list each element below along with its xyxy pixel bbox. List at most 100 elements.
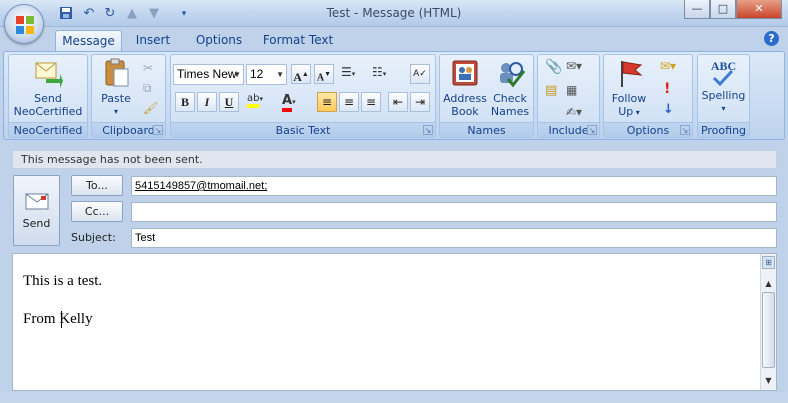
numbering-icon: ☷ <box>372 65 383 79</box>
bullets-button[interactable]: ☰▾ <box>341 65 367 84</box>
save-icon[interactable] <box>58 6 74 22</box>
spelling-icon: ABC <box>700 57 747 89</box>
styles-button[interactable]: A✓ <box>410 64 430 84</box>
tab-options[interactable]: Options <box>187 30 251 51</box>
font-color-button[interactable]: A▾ <box>282 93 312 113</box>
chevron-down-icon: ▾ <box>351 70 356 78</box>
address-book-label-2: Book <box>451 105 479 118</box>
send-icon <box>25 193 48 210</box>
maximize-button[interactable]: □ <box>710 0 736 19</box>
to-button[interactable]: To... <box>71 175 123 196</box>
chevron-down-icon: ▾ <box>382 70 387 78</box>
info-bar: This message has not been sent. <box>12 150 777 169</box>
spelling-button[interactable]: ABC Spelling ▾ <box>700 57 747 115</box>
tab-format-text[interactable]: Format Text <box>259 30 337 51</box>
numbering-button[interactable]: ☷▾ <box>372 65 398 84</box>
grow-font-button[interactable]: A▲ <box>291 64 311 84</box>
office-button[interactable] <box>4 4 44 44</box>
categorize-icon[interactable]: ✉▾ <box>660 59 676 73</box>
send-neocertified-button[interactable]: Send NeoCertified <box>11 57 85 118</box>
redo-icon[interactable]: ↻ <box>102 6 118 22</box>
underline-button[interactable]: U <box>219 92 239 112</box>
signature-icon[interactable]: ✍▾ <box>566 105 582 119</box>
follow-up-label-1: Follow <box>611 92 647 105</box>
cc-field[interactable] <box>131 202 777 222</box>
format-painter-icon[interactable]: 🖌 <box>143 101 158 115</box>
group-options: Follow Up ▾ ✉▾ ! ↓ Options ↘ <box>603 54 693 138</box>
check-names-label-2: Names <box>490 105 530 118</box>
to-field[interactable]: 5415149857@tmomail.net; <box>131 176 777 196</box>
chevron-down-icon[interactable]: ▾ <box>700 102 747 115</box>
paste-icon <box>105 58 129 87</box>
close-button[interactable]: ✕ <box>736 0 782 19</box>
font-name-combo[interactable]: Times New ▼ <box>173 64 244 85</box>
attach-item-icon[interactable]: ✉▾ <box>566 59 582 73</box>
business-card-icon[interactable]: ▤ <box>545 83 557 98</box>
include-launcher-icon[interactable]: ↘ <box>587 125 597 135</box>
align-left-button[interactable]: ≡ <box>317 92 337 112</box>
align-center-button[interactable]: ≡ <box>339 92 359 112</box>
font-size-combo[interactable]: 12 ▼ <box>246 64 287 85</box>
cut-icon[interactable]: ✂ <box>143 61 153 75</box>
customize-qat-icon[interactable]: ▾ <box>176 6 192 22</box>
paste-dropdown-icon[interactable]: ▾ <box>94 105 138 118</box>
group-label-proofing: Proofing <box>698 122 749 137</box>
paste-button[interactable]: Paste ▾ <box>94 57 138 118</box>
high-importance-icon[interactable]: ! <box>664 81 670 97</box>
send-neocertified-label-1: Send <box>34 92 62 105</box>
shrink-font-button[interactable]: A▼ <box>314 64 334 84</box>
help-icon[interactable]: ? <box>764 31 779 46</box>
font-size-value: 12 <box>250 67 264 81</box>
grow-font-icon: A <box>293 70 302 84</box>
low-importance-icon[interactable]: ↓ <box>663 102 674 117</box>
group-basic-text: Times New ▼ 12 ▼ A▲ A▼ ☰▾ ☷▾ A✓ B I U ab▾ … <box>170 54 436 138</box>
decrease-indent-button[interactable]: ⇤ <box>388 92 408 112</box>
copy-icon[interactable]: ⧉ <box>143 81 152 96</box>
message-body[interactable] <box>12 253 777 391</box>
clipboard-launcher-icon[interactable]: ↘ <box>153 125 163 135</box>
send-label: Send <box>22 217 51 230</box>
subject-field[interactable]: Test <box>131 228 777 248</box>
up-arrow-icon[interactable]: ▲ <box>124 6 140 22</box>
tab-insert[interactable]: Insert <box>127 30 179 51</box>
spelling-label: Spelling <box>701 89 746 102</box>
window-title: Test - Message (HTML) <box>326 6 462 20</box>
highlight-button[interactable]: ab▾ <box>247 93 277 113</box>
scroll-down-icon[interactable]: ▼ <box>762 375 775 386</box>
group-label-names: Names <box>440 122 533 137</box>
increase-indent-button[interactable]: ⇥ <box>410 92 430 112</box>
group-label-options: Options <box>604 122 692 137</box>
chevron-down-icon: ▾ <box>292 98 296 106</box>
to-recipient[interactable]: 5415149857@tmomail.net; <box>135 180 267 192</box>
align-right-button[interactable]: ≡ <box>361 92 381 112</box>
send-neocertified-icon <box>35 62 63 88</box>
down-arrow-icon[interactable]: ▼ <box>146 6 162 22</box>
follow-up-button[interactable]: Follow Up ▾ <box>606 57 652 119</box>
undo-icon[interactable]: ↶ <box>81 6 97 22</box>
text-cursor <box>61 311 62 328</box>
align-center-icon: ≡ <box>343 95 355 109</box>
body-line-1: This is a test. <box>23 273 103 289</box>
tab-message[interactable]: Message <box>55 30 122 51</box>
cc-button[interactable]: Cc... <box>71 201 123 222</box>
address-book-label-1: Address <box>443 92 487 105</box>
address-book-button[interactable]: Address Book <box>442 57 488 118</box>
attach-file-icon[interactable]: 📎 <box>545 59 562 75</box>
bullets-icon: ☰ <box>341 65 352 79</box>
bold-button[interactable]: B <box>175 92 195 112</box>
check-names-button[interactable]: Check Names <box>488 57 532 118</box>
highlight-icon: ab <box>247 93 260 108</box>
chevron-down-icon: ▾ <box>633 108 640 117</box>
calendar-icon[interactable]: ▦ <box>566 83 577 97</box>
chevron-down-icon: ▼ <box>233 70 241 79</box>
options-launcher-icon[interactable]: ↘ <box>680 125 690 135</box>
scroll-up-icon[interactable]: ▲ <box>762 278 775 289</box>
vertical-scrollbar[interactable]: ⊞ ▲ ▼ <box>760 254 776 390</box>
basic-text-launcher-icon[interactable]: ↘ <box>423 125 433 135</box>
group-label-neocertified: NeoCertified <box>9 122 87 137</box>
ruler-toggle-icon[interactable]: ⊞ <box>762 256 775 269</box>
send-button[interactable]: Send <box>13 175 60 246</box>
minimize-button[interactable]: — <box>684 0 710 19</box>
italic-button[interactable]: I <box>197 92 217 112</box>
scroll-thumb[interactable] <box>762 292 775 368</box>
